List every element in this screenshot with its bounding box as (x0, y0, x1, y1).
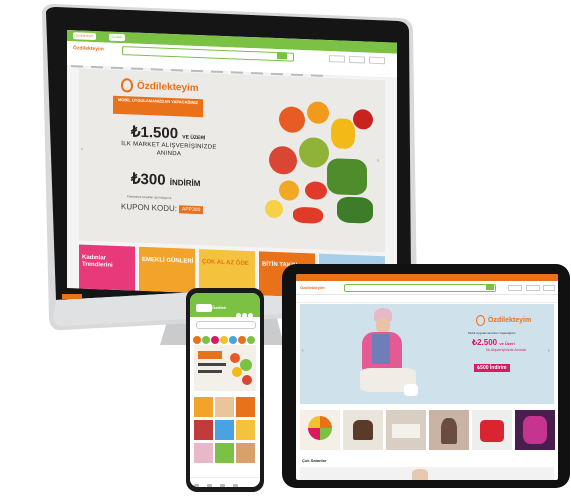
category-circle[interactable] (202, 336, 210, 344)
cart-icon[interactable] (220, 484, 225, 487)
hero-ribbon: MOBİL UYGULAMANIZDAN YAPACAĞINIZ (113, 95, 203, 118)
tablet-device: Özdilekteyim Özdilekteyim Mobil Uygulama… (282, 264, 570, 488)
app-logo-text: Özdilek (212, 305, 227, 310)
hero-subtitle: Mobil Uygulamanızdan Yapacağınız (468, 331, 516, 335)
category-card[interactable] (300, 410, 340, 450)
product-card[interactable] (215, 397, 234, 417)
category-circle[interactable] (220, 336, 228, 344)
search-button[interactable] (486, 284, 494, 290)
product-card[interactable] (236, 397, 255, 417)
category-icon[interactable] (207, 484, 212, 487)
category-circle[interactable] (193, 336, 201, 344)
hero-banner[interactable]: Özdilekteyim Mobil Uygulamanızdan Yapaca… (300, 304, 554, 404)
category-card[interactable] (386, 410, 426, 450)
site-logo[interactable]: Özdilekteyim (300, 285, 325, 290)
category-circle[interactable] (247, 336, 255, 344)
product-strip (300, 467, 554, 480)
hero-discount: ₺300 İNDİRİM (131, 170, 201, 189)
hero-discount: ₺500 İndirim (474, 364, 510, 372)
hero-coupon: KUPON KODU: APP300 (121, 202, 204, 215)
coupon-code: APP300 (179, 205, 204, 215)
tablet-screen: Özdilekteyim Özdilekteyim Mobil Uygulama… (296, 274, 558, 480)
category-cards (300, 410, 555, 450)
header-icons (236, 305, 256, 318)
home-icon[interactable] (194, 484, 199, 487)
category-circles (193, 331, 257, 344)
app-header: Özdilek (190, 293, 260, 318)
hero-brand: Özdilekteyim (488, 317, 532, 324)
category-card[interactable] (515, 410, 555, 450)
product-card[interactable] (215, 443, 234, 463)
hero-amount: ₺2.500 ve Üzeri (472, 338, 515, 347)
hero-prev-icon[interactable]: ‹ (81, 147, 85, 153)
category-circle[interactable] (229, 336, 237, 344)
product-card[interactable] (194, 443, 213, 463)
search-input[interactable] (344, 284, 496, 292)
cart-button[interactable] (369, 56, 385, 65)
brand-logo-icon (476, 315, 485, 326)
top-bar (296, 274, 558, 281)
product-card[interactable] (236, 420, 255, 440)
hero-line: İLK MARKET ALIŞVERİŞİNİZDE ANINDA (121, 141, 217, 158)
hero-line: İlk Alışverişinizde Anında (486, 348, 526, 352)
account-button[interactable] (329, 55, 345, 63)
promo-tile[interactable]: Kadınlar Trendlerini (79, 244, 135, 291)
brand-logo-icon (121, 78, 133, 93)
bottom-nav (190, 477, 260, 487)
account-button[interactable] (508, 285, 522, 291)
nav-item[interactable] (71, 65, 83, 68)
product-card[interactable] (236, 443, 255, 463)
category-card[interactable] (429, 410, 469, 450)
app-banner[interactable] (194, 345, 256, 391)
category-card[interactable] (472, 410, 512, 450)
user-icon[interactable] (236, 313, 241, 318)
promo-tile[interactable]: EMEKLİ GÜNLERİ (139, 246, 195, 293)
monitor-screen: Özdilekteyim Özdilek Özdilekteyim Özdile… (67, 30, 397, 301)
favorites-button[interactable] (526, 285, 540, 291)
phone-screen: Özdilek (190, 293, 260, 487)
site-logo[interactable]: Özdilekteyim (73, 45, 104, 52)
category-card[interactable] (343, 410, 383, 450)
hero-fine-print: Kampanya koşulları için tıklayınız. (127, 194, 173, 201)
hero-next-icon[interactable]: › (548, 348, 550, 354)
section-title: Çok Satanlar (302, 458, 327, 463)
phone-device: Özdilek (186, 288, 264, 492)
product-thumb[interactable] (412, 469, 428, 480)
cart-button[interactable] (543, 285, 555, 291)
product-card[interactable] (194, 420, 213, 440)
favorites-button[interactable] (349, 55, 365, 64)
hero-next-icon[interactable]: › (377, 158, 381, 164)
hero-brand: Özdilekteyim (137, 80, 199, 95)
hero-banner[interactable]: Özdilekteyim MOBİL UYGULAMANIZDAN YAPACA… (79, 68, 385, 253)
cart-icon[interactable] (248, 313, 253, 318)
site-header: Özdilekteyim (296, 281, 558, 295)
hero-prev-icon[interactable]: ‹ (302, 348, 304, 354)
store-tab[interactable]: Özdilekteyim (73, 32, 97, 41)
heart-icon[interactable] (242, 313, 247, 318)
app-logo[interactable] (196, 304, 212, 312)
search-button[interactable] (277, 52, 287, 60)
category-circle[interactable] (238, 336, 246, 344)
search-input[interactable] (196, 321, 256, 329)
product-card[interactable] (194, 397, 213, 417)
category-circle[interactable] (211, 336, 219, 344)
product-grid (194, 397, 256, 465)
category-nav (296, 295, 558, 305)
floating-badge (62, 294, 82, 299)
market-tab[interactable]: Özdilek (109, 33, 126, 42)
product-card[interactable] (215, 420, 234, 440)
account-icon[interactable] (233, 484, 238, 487)
